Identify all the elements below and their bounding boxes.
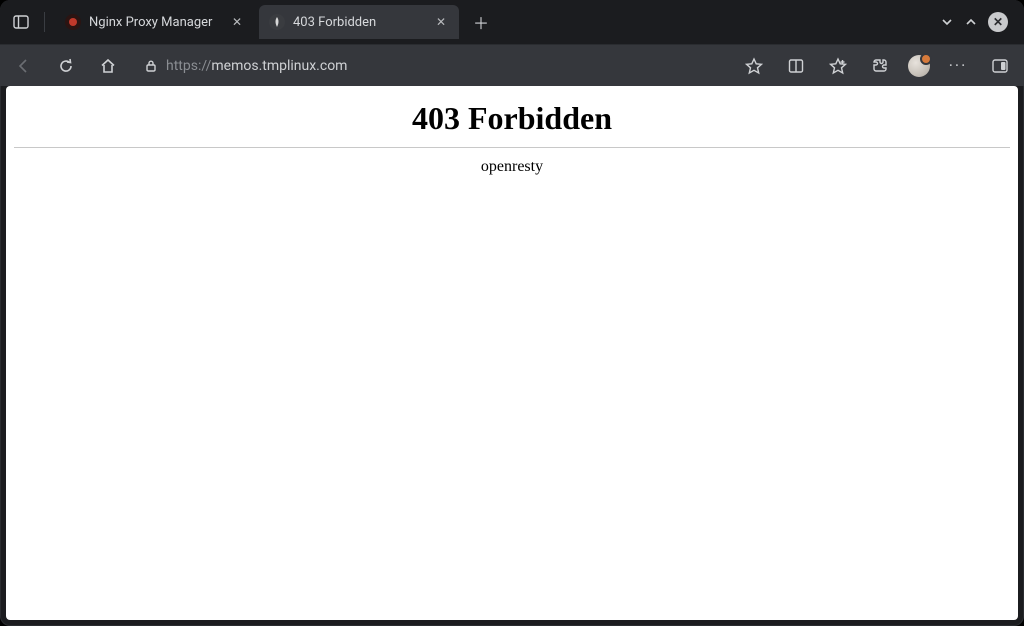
divider <box>14 147 1010 148</box>
tab-nginx-proxy-manager[interactable]: Nginx Proxy Manager ✕ <box>55 5 255 39</box>
more-button[interactable]: ··· <box>944 52 972 80</box>
chevron-down-icon[interactable] <box>940 15 954 29</box>
url-text: https://memos.tmplinux.com <box>166 58 347 74</box>
favorite-button[interactable] <box>740 52 768 80</box>
tab-label: Nginx Proxy Manager <box>89 15 221 30</box>
server-name: openresty <box>14 158 1010 176</box>
toolbar-actions: ··· <box>740 52 1014 80</box>
tab-403-forbidden[interactable]: 403 Forbidden ✕ <box>259 5 459 39</box>
split-screen-button[interactable] <box>986 52 1014 80</box>
window-close-button[interactable]: ✕ <box>988 12 1008 32</box>
extensions-button[interactable] <box>866 52 894 80</box>
tab-strip: Nginx Proxy Manager ✕ 403 Forbidden ✕ ＋ … <box>0 0 1024 44</box>
error-heading: 403 Forbidden <box>14 100 1010 137</box>
home-button[interactable] <box>94 52 122 80</box>
page-viewport: 403 Forbidden openresty <box>6 86 1018 620</box>
back-button[interactable] <box>10 52 38 80</box>
favicon-icon <box>65 14 81 30</box>
lock-icon <box>144 59 158 73</box>
browser-window: Nginx Proxy Manager ✕ 403 Forbidden ✕ ＋ … <box>0 0 1024 626</box>
collections-button[interactable] <box>782 52 810 80</box>
close-icon[interactable]: ✕ <box>433 15 449 29</box>
chevron-up-icon[interactable] <box>964 15 978 29</box>
favicon-icon <box>269 14 285 30</box>
new-tab-button[interactable]: ＋ <box>467 8 495 36</box>
toolbar: https://memos.tmplinux.com <box>0 44 1024 86</box>
tab-label: 403 Forbidden <box>293 15 425 30</box>
separator <box>44 12 45 32</box>
address-bar[interactable]: https://memos.tmplinux.com <box>136 51 726 81</box>
close-icon[interactable]: ✕ <box>229 15 245 29</box>
window-controls: ✕ <box>940 12 1016 32</box>
add-favorite-button[interactable] <box>824 52 852 80</box>
reload-button[interactable] <box>52 52 80 80</box>
profile-avatar[interactable] <box>908 55 930 77</box>
sidebar-toggle-icon[interactable] <box>8 9 34 35</box>
